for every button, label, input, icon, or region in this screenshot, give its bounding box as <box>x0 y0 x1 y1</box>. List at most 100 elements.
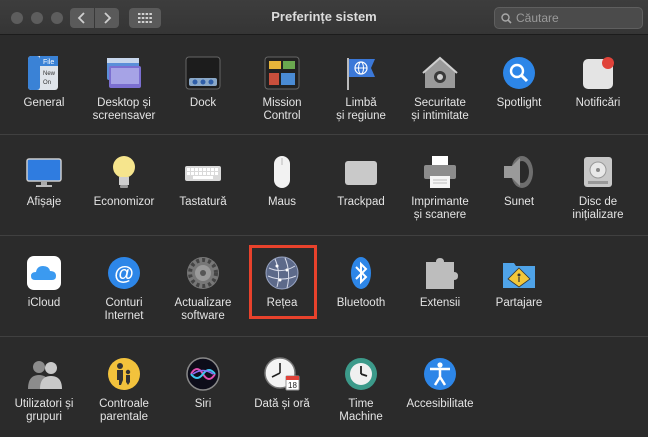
pane-trackpad[interactable]: Trackpad <box>321 152 401 209</box>
puzzle-icon <box>420 253 460 293</box>
pane-label: Maus <box>267 196 297 208</box>
gear-icon <box>183 253 223 293</box>
grid-icon <box>138 13 152 23</box>
siri-icon <box>183 354 223 394</box>
pane-label: iCloud <box>27 297 61 309</box>
network-globe-icon <box>262 253 302 293</box>
show-all-button[interactable] <box>129 8 161 28</box>
display-icon <box>24 152 64 192</box>
pane-internet-accounts[interactable]: @ Conturi Internet <box>84 253 164 323</box>
pane-label: Sunet <box>503 196 535 208</box>
pane-icloud[interactable]: iCloud <box>4 253 84 310</box>
pane-label: General <box>23 97 65 109</box>
svg-text:On: On <box>43 80 51 86</box>
trackpad-icon <box>341 152 381 192</box>
pane-time-machine[interactable]: Time Machine <box>321 354 401 424</box>
pane-label: Actualizare software <box>174 297 232 322</box>
pane-label: Securitate și intimitate <box>411 97 469 122</box>
users-icon <box>24 354 64 394</box>
bluetooth-icon <box>341 253 381 293</box>
forward-button[interactable] <box>95 8 119 28</box>
pane-sound[interactable]: Sunet <box>479 152 559 209</box>
svg-text:File: File <box>43 59 54 66</box>
svg-text:New: New <box>43 71 56 77</box>
pane-date-time[interactable]: 18 Dată și oră <box>242 354 322 411</box>
pane-notifications[interactable]: Notificări <box>558 53 638 110</box>
pane-language-region[interactable]: Limbă și regiune <box>321 53 401 123</box>
search-field[interactable] <box>494 7 643 29</box>
title-bar: Preferințe sistem <box>0 0 648 35</box>
pane-label: Conturi Internet <box>104 297 144 322</box>
search-input[interactable] <box>516 11 636 25</box>
time-machine-icon <box>341 354 381 394</box>
section-personal: File New On General Desktop și screensav… <box>0 35 648 134</box>
mouse-icon <box>262 152 302 192</box>
clock-calendar-icon: 18 <box>262 354 302 394</box>
accessibility-icon <box>420 354 460 394</box>
pane-security-privacy[interactable]: Securitate și intimitate <box>400 53 480 123</box>
parental-icon <box>104 354 144 394</box>
house-lock-icon <box>420 53 460 93</box>
pane-startup-disk[interactable]: Disc de inițializare <box>558 152 638 222</box>
notifications-icon <box>578 53 618 93</box>
pane-label: Mission Control <box>262 97 302 122</box>
pane-label: Afișaje <box>26 196 62 208</box>
pane-sharing[interactable]: Partajare <box>479 253 559 310</box>
desktop-screensaver-icon <box>104 53 144 93</box>
pane-label: Accesibilitate <box>406 398 474 410</box>
minimize-window-button[interactable] <box>31 12 43 24</box>
printer-icon <box>420 152 460 192</box>
pane-label: Economizor <box>93 196 155 208</box>
svg-text:@: @ <box>114 263 134 285</box>
pane-accessibility[interactable]: Accesibilitate <box>400 354 480 411</box>
pane-dock[interactable]: Dock <box>163 53 243 110</box>
chevron-left-icon <box>77 12 85 24</box>
pane-label: Dată și oră <box>254 398 310 410</box>
pane-label: Spotlight <box>496 97 542 109</box>
disk-icon <box>578 152 618 192</box>
chevron-right-icon <box>104 12 112 24</box>
pane-bluetooth[interactable]: Bluetooth <box>321 253 401 310</box>
pane-label: Trackpad <box>337 196 385 208</box>
pane-label: Disc de inițializare <box>572 196 624 221</box>
pane-label: Notificări <box>575 97 621 109</box>
pane-users-groups[interactable]: Utilizatori și grupuri <box>4 354 84 424</box>
speaker-icon <box>499 152 539 192</box>
pane-printers-scanners[interactable]: Imprimante și scanere <box>400 152 480 222</box>
pane-desktop-screensaver[interactable]: Desktop și screensaver <box>84 53 164 123</box>
svg-text:18: 18 <box>288 381 297 390</box>
pane-keyboard[interactable]: Tastatură <box>163 152 243 209</box>
pane-spotlight[interactable]: Spotlight <box>479 53 559 110</box>
pane-parental-controls[interactable]: Controale parentale <box>84 354 164 424</box>
general-icon: File New On <box>24 53 64 93</box>
pane-label: Bluetooth <box>336 297 386 309</box>
pane-label: Extensii <box>419 297 461 309</box>
search-icon <box>501 12 512 24</box>
zoom-window-button[interactable] <box>51 12 63 24</box>
pane-software-update[interactable]: Actualizare software <box>163 253 243 323</box>
pane-label: Dock <box>189 97 217 109</box>
pane-label: Limbă și regiune <box>336 97 386 122</box>
section-hardware: Afișaje Economizor Tastatură Maus Trackp… <box>0 134 648 235</box>
close-window-button[interactable] <box>11 12 23 24</box>
pane-network[interactable]: Rețea <box>242 253 322 310</box>
pane-label: Partajare <box>495 297 543 309</box>
pane-general[interactable]: File New On General <box>4 53 84 110</box>
back-button[interactable] <box>70 8 94 28</box>
mission-control-icon <box>262 53 302 93</box>
pane-label: Controale parentale <box>99 398 149 423</box>
at-sign-icon: @ <box>104 253 144 293</box>
pane-label: Utilizatori și grupuri <box>14 398 74 423</box>
pane-energy-saver[interactable]: Economizor <box>84 152 164 209</box>
pane-label: Desktop și screensaver <box>92 97 156 122</box>
pane-extensions[interactable]: Extensii <box>400 253 480 310</box>
keyboard-icon <box>183 152 223 192</box>
pane-displays[interactable]: Afișaje <box>4 152 84 209</box>
dock-icon <box>183 53 223 93</box>
pane-label: Tastatură <box>179 196 227 208</box>
pane-mission-control[interactable]: Mission Control <box>242 53 322 123</box>
pane-mouse[interactable]: Maus <box>242 152 322 209</box>
pane-label: Rețea <box>266 297 298 309</box>
pane-siri[interactable]: Siri <box>163 354 243 411</box>
pane-label: Siri <box>194 398 212 410</box>
